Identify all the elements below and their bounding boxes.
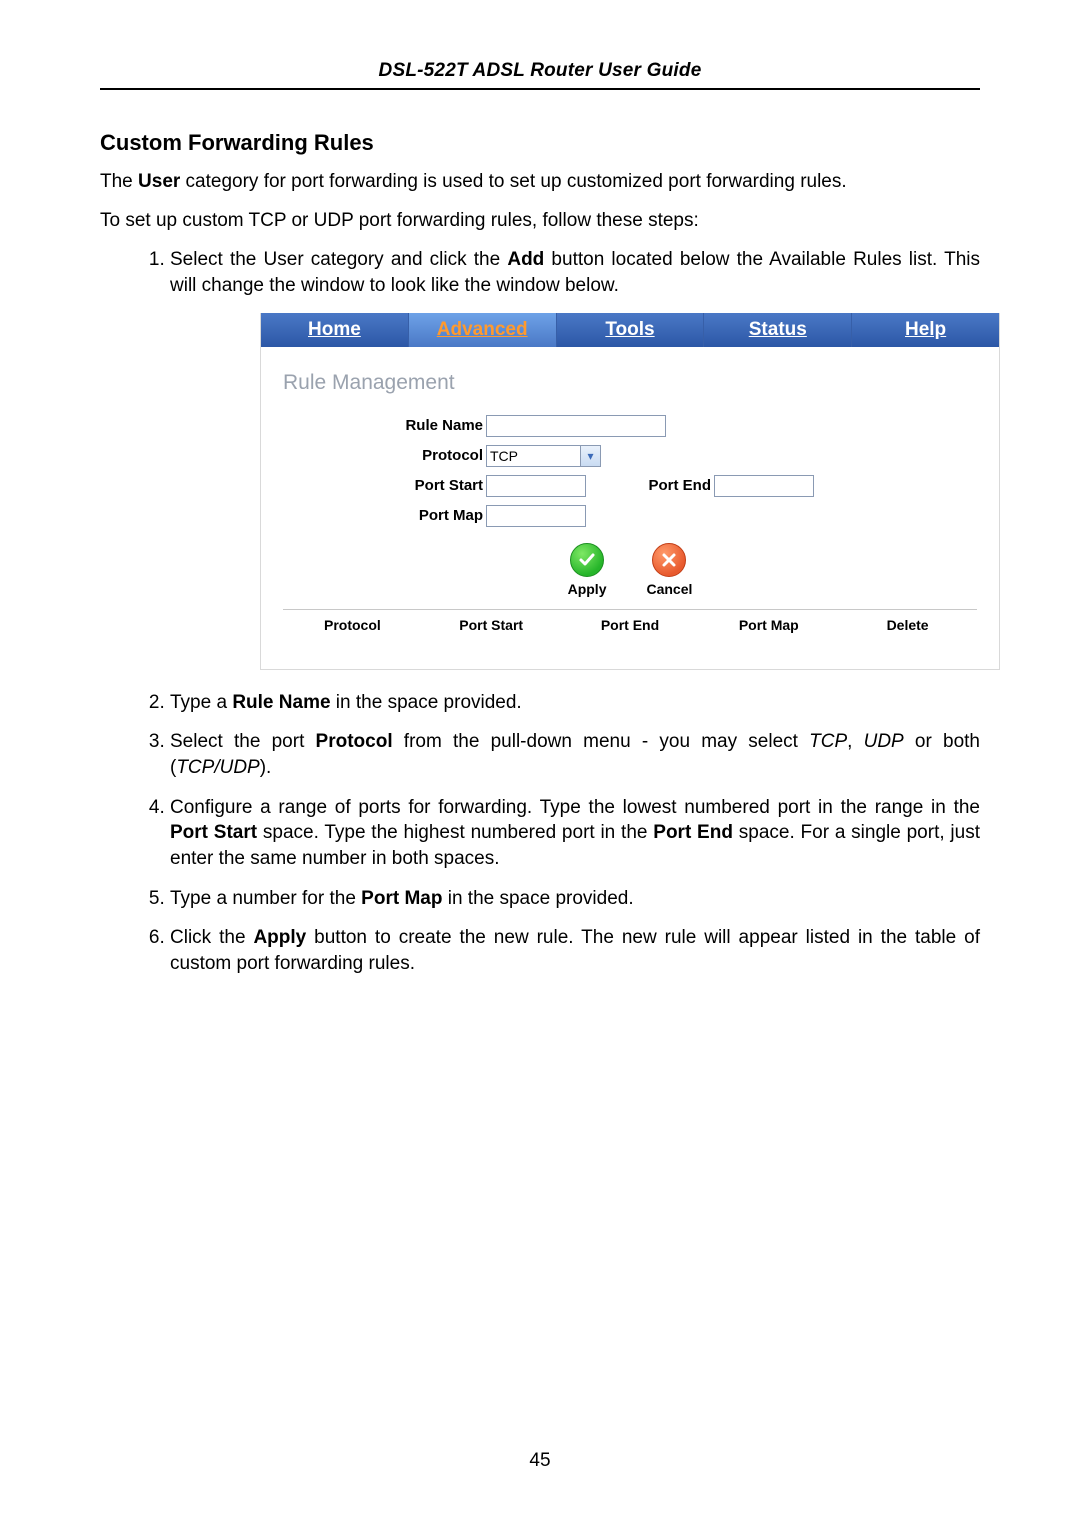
text: category for port forwarding is used to … (180, 171, 846, 192)
text: ). (260, 757, 272, 778)
apply-label: Apply (568, 580, 607, 599)
th-delete: Delete (838, 616, 977, 635)
intro-paragraph-1: The User category for port forwarding is… (100, 170, 980, 195)
nav-tabs: Home Advanced Tools Status Help (261, 313, 999, 347)
text-bold: Port Map (361, 888, 442, 909)
port-map-input[interactable] (486, 505, 586, 527)
text: Select the port (170, 731, 316, 752)
rules-table-header: Protocol Port Start Port End Port Map De… (283, 610, 977, 635)
th-protocol: Protocol (283, 616, 422, 635)
text: Configure a range of ports for forwardin… (170, 797, 980, 818)
close-icon (660, 551, 678, 569)
step-1: Select the User category and click the A… (170, 247, 980, 669)
text: Type a (170, 692, 232, 713)
port-map-label: Port Map (373, 506, 486, 526)
text: in the space provided. (442, 888, 633, 909)
section-title: Custom Forwarding Rules (100, 130, 980, 156)
text-bold: Port Start (170, 822, 257, 843)
check-icon (577, 550, 597, 570)
text-bold: User (138, 171, 180, 192)
port-end-input[interactable] (714, 475, 814, 497)
text-bold: Rule Name (232, 692, 330, 713)
apply-button[interactable] (570, 543, 604, 577)
intro-paragraph-2: To set up custom TCP or UDP port forward… (100, 209, 980, 234)
text-italic: TCP (809, 731, 847, 752)
step-5: Type a number for the Port Map in the sp… (170, 886, 980, 912)
protocol-value: TCP (486, 445, 581, 467)
th-port-map: Port Map (699, 616, 838, 635)
step-4: Configure a range of ports for forwardin… (170, 795, 980, 872)
port-start-label: Port Start (373, 476, 486, 496)
text-italic: TCP/UDP (176, 757, 259, 778)
steps-list: Select the User category and click the A… (100, 247, 980, 976)
header-rule (100, 88, 980, 90)
router-ui-screenshot: Home Advanced Tools Status Help Rule Man… (260, 313, 1000, 670)
th-port-end: Port End (561, 616, 700, 635)
port-start-input[interactable] (486, 475, 586, 497)
text-bold: Add (507, 249, 544, 270)
protocol-dropdown-button[interactable]: ▾ (581, 445, 601, 467)
text: Type a number for the (170, 888, 361, 909)
text-italic: UDP (864, 731, 904, 752)
tab-help[interactable]: Help (852, 313, 999, 347)
cancel-label: Cancel (646, 580, 692, 599)
text-bold: Protocol (316, 731, 393, 752)
th-port-start: Port Start (422, 616, 561, 635)
rule-form: Rule Name Protocol TCP ▾ (373, 411, 977, 531)
text: Select the User category and click the (170, 249, 507, 270)
text-bold: Port End (653, 822, 733, 843)
page-number: 45 (0, 1450, 1080, 1472)
protocol-label: Protocol (373, 446, 486, 466)
cancel-button[interactable] (652, 543, 686, 577)
doc-header: DSL-522T ADSL Router User Guide (100, 60, 980, 82)
chevron-down-icon: ▾ (587, 450, 593, 462)
tab-tools[interactable]: Tools (557, 313, 705, 347)
text: Click the (170, 927, 253, 948)
tab-status[interactable]: Status (704, 313, 852, 347)
text: in the space provided. (331, 692, 522, 713)
step-3: Select the port Protocol from the pull-d… (170, 729, 980, 780)
action-buttons: Apply Cancel (283, 543, 977, 599)
port-end-label: Port End (636, 476, 714, 496)
rule-name-label: Rule Name (373, 416, 486, 436)
rule-management-panel: Rule Management Rule Name Protocol TCP ▾ (261, 347, 999, 669)
text: The (100, 171, 138, 192)
text: , (847, 731, 863, 752)
text: from the pull-down menu - you may select (393, 731, 810, 752)
step-2: Type a Rule Name in the space provided. (170, 690, 980, 716)
text: space. Type the highest numbered port in… (257, 822, 653, 843)
protocol-select[interactable]: TCP ▾ (486, 445, 601, 467)
rule-management-title: Rule Management (283, 369, 977, 397)
step-6: Click the Apply button to create the new… (170, 925, 980, 976)
tab-home[interactable]: Home (261, 313, 409, 347)
text-bold: Apply (253, 927, 306, 948)
rule-name-input[interactable] (486, 415, 666, 437)
tab-advanced[interactable]: Advanced (409, 313, 557, 347)
